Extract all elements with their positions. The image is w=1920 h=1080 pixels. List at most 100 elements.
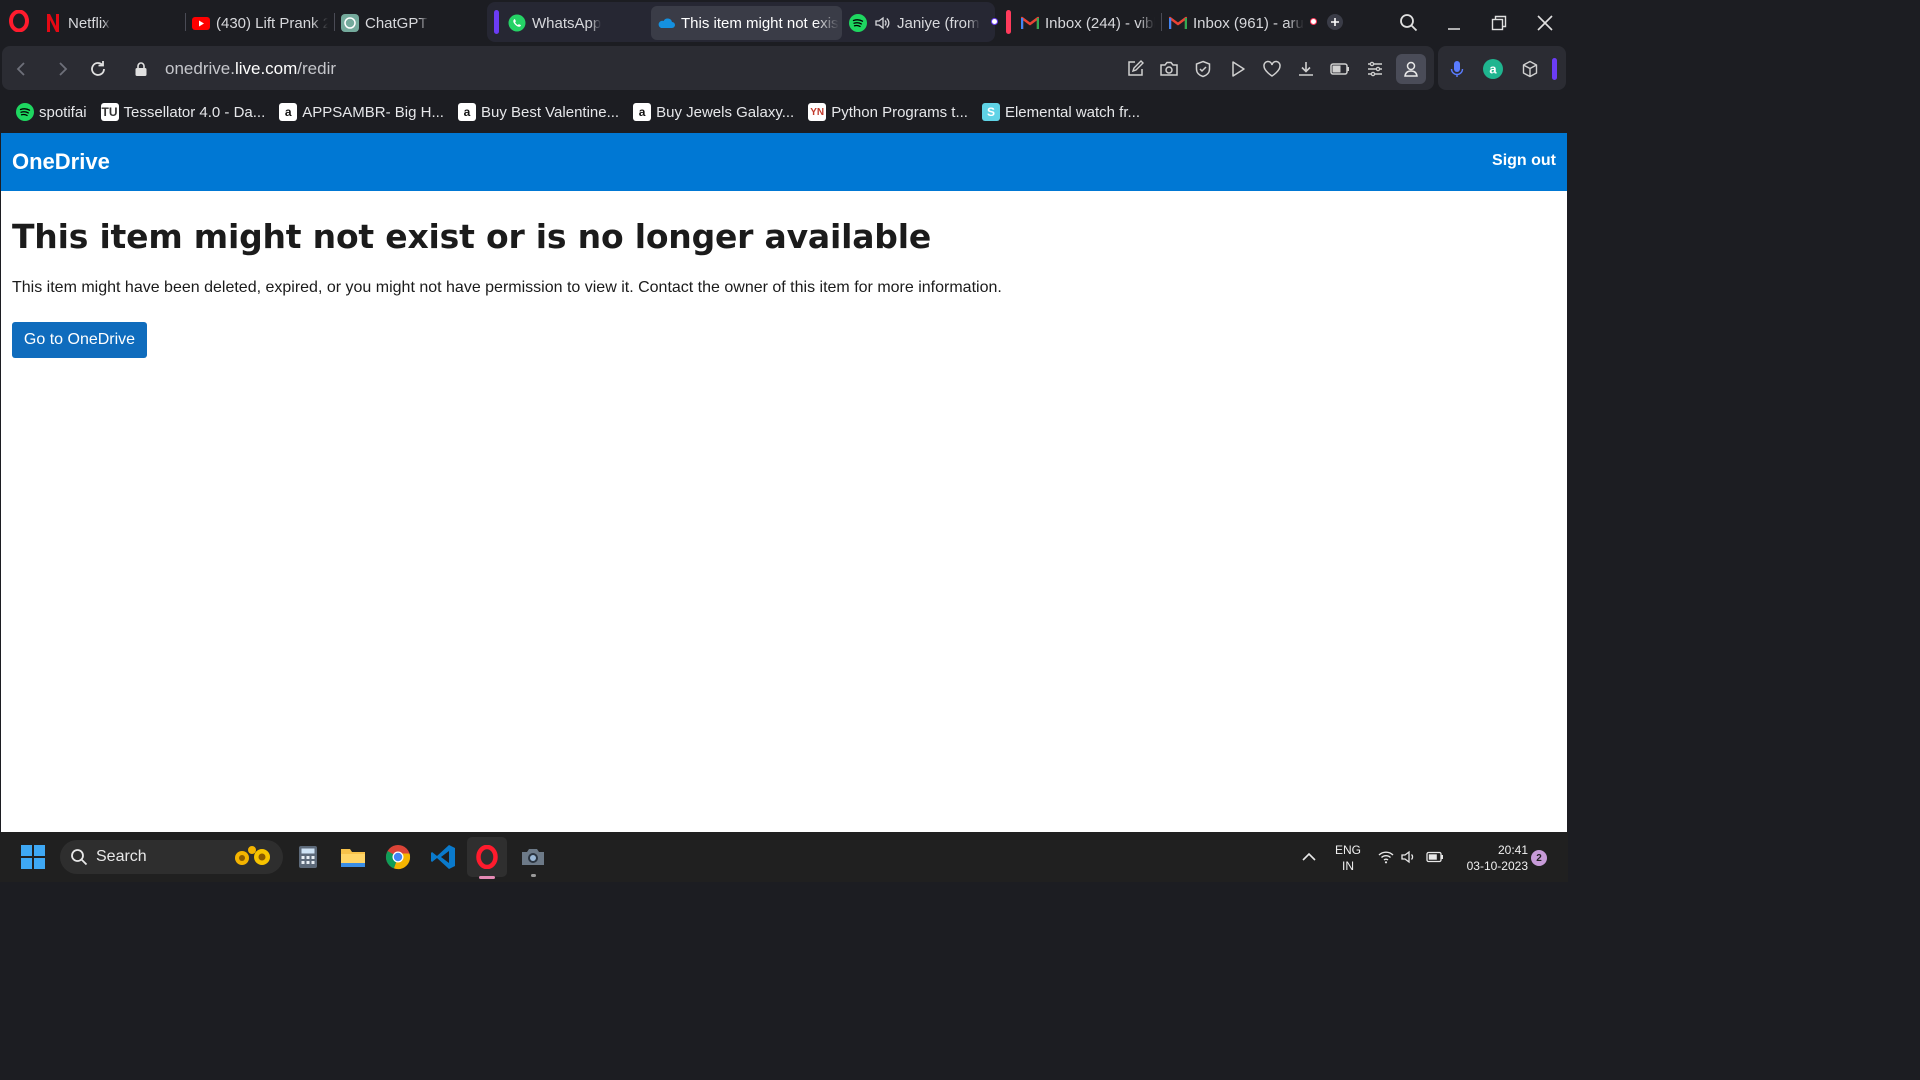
restore-icon[interactable] [1484, 8, 1514, 38]
tab-label: Inbox (961) - aru [1193, 14, 1304, 32]
forward-icon[interactable] [52, 58, 74, 80]
onedrive-brand-link[interactable]: OneDrive [12, 149, 110, 175]
battery-saver-icon[interactable] [1329, 58, 1351, 80]
tab-separator [334, 13, 335, 31]
new-tab-button[interactable] [1320, 7, 1350, 37]
url-prefix: onedrive. [165, 59, 235, 78]
bookmark-python[interactable]: YN Python Programs t... [808, 103, 968, 121]
microphone-icon[interactable] [1446, 58, 1468, 80]
camera-icon[interactable] [1158, 58, 1180, 80]
tab-whatsapp[interactable]: WhatsApp [508, 6, 638, 40]
gmail-icon [1021, 14, 1039, 32]
calculator-icon[interactable] [292, 841, 324, 873]
go-to-onedrive-button[interactable]: Go to OneDrive [12, 322, 147, 358]
profile-icon[interactable] [1396, 54, 1426, 84]
edit-icon[interactable] [1124, 58, 1146, 80]
spotify-icon [16, 103, 34, 121]
whatsapp-icon [508, 14, 526, 32]
windows-start-icon[interactable] [17, 841, 49, 873]
onedrive-icon [657, 14, 675, 32]
bookmark-elemental[interactable]: S Elemental watch fr... [981, 103, 1141, 121]
onedrive-header: OneDrive Sign out [1, 133, 1567, 191]
aria-icon[interactable]: a [1482, 58, 1504, 80]
clock-time: 20:41 [1497, 843, 1528, 857]
chrome-icon[interactable] [382, 841, 414, 873]
language-line-1: ENG [1334, 843, 1361, 857]
language-line-2: IN [1342, 859, 1354, 873]
tab-label: Inbox (244) - vibl [1045, 14, 1155, 32]
battery-icon[interactable] [1424, 841, 1446, 873]
language-indicator[interactable]: ENG IN [1330, 842, 1366, 874]
bookmarks-bar: spotifai TU Tessellator 4.0 - Da... a AP… [0, 92, 1568, 132]
tab-youtube[interactable]: (430) Lift Prank 2 [192, 6, 328, 40]
bookmark-label: Buy Jewels Galaxy... [656, 103, 795, 121]
bookmark-spotifai[interactable]: spotifai [16, 103, 87, 121]
taskbar: Search ENG IN 20:41 03-10-2023 2 [0, 832, 1568, 882]
tab-gmail-1[interactable]: Inbox (244) - vibl [1021, 6, 1155, 40]
vscode-icon[interactable] [427, 841, 459, 873]
error-description: This item might have been deleted, expir… [12, 279, 1002, 296]
notification-badge[interactable]: 2 [1531, 850, 1547, 866]
shield-icon[interactable] [1192, 58, 1214, 80]
clock[interactable]: 20:41 03-10-2023 [1456, 842, 1528, 874]
sidebar-extensions: a [1438, 46, 1566, 90]
bookmark-label: Tessellator 4.0 - Da... [123, 103, 266, 121]
gmail-icon [1169, 14, 1187, 32]
file-explorer-icon[interactable] [337, 841, 369, 873]
amazon-icon: a [457, 103, 476, 121]
opera-taskbar-icon[interactable] [467, 837, 507, 879]
active-app-indicator [479, 876, 495, 879]
flow-icon[interactable] [1227, 58, 1249, 80]
bookmark-jewels[interactable]: a Buy Jewels Galaxy... [633, 103, 794, 121]
speaker-icon[interactable] [873, 14, 891, 32]
tab-group-dot [1310, 18, 1317, 25]
bookmark-appsambr[interactable]: a APPSAMBR- Big H... [279, 103, 444, 121]
bookmark-valentine[interactable]: a Buy Best Valentine... [457, 103, 619, 121]
tab-group-dot [991, 18, 998, 25]
bookmark-label: APPSAMBR- Big H... [302, 103, 444, 121]
address-toolbar: onedrive.live.com/redir a [0, 44, 1568, 92]
url-domain: live.com [234, 59, 298, 78]
svg-text:a: a [1489, 62, 1497, 77]
show-hidden-icons-chevron-icon[interactable] [1293, 841, 1325, 873]
minimize-icon[interactable] [1439, 8, 1469, 38]
lock-icon[interactable] [130, 58, 152, 80]
easy-setup-icon[interactable] [1364, 58, 1386, 80]
tab-label: Janiye (from [897, 14, 980, 32]
bookmark-tessellator[interactable]: TU Tessellator 4.0 - Da... [100, 103, 266, 121]
bookmark-label: spotifai [39, 103, 87, 121]
taskbar-search[interactable]: Search [60, 840, 283, 874]
spotify-icon [849, 14, 867, 32]
tab-chatgpt[interactable]: ChatGPT [341, 6, 471, 40]
volume-icon[interactable] [1399, 841, 1419, 873]
tab-label: ChatGPT [365, 14, 428, 32]
youtube-icon [192, 14, 210, 32]
wifi-icon[interactable] [1376, 841, 1396, 873]
sign-out-link[interactable]: Sign out [1492, 152, 1556, 170]
tab-spotify[interactable]: Janiye (from [849, 6, 983, 40]
tab-gmail-2[interactable]: Inbox (961) - aru [1169, 6, 1304, 40]
search-icon [70, 848, 88, 871]
camera-app-icon[interactable] [517, 841, 549, 877]
tab-separator [185, 13, 186, 31]
tab-netflix[interactable]: Netflix [44, 6, 174, 40]
bookmark-label: Elemental watch fr... [1004, 103, 1141, 121]
back-icon[interactable] [10, 58, 32, 80]
tessellator-icon: TU [100, 103, 119, 121]
clock-date: 03-10-2023 [1466, 859, 1528, 873]
reload-icon[interactable] [87, 58, 109, 80]
chatgpt-icon [341, 14, 359, 32]
tab-label: Netflix [68, 14, 110, 32]
tab-group-indicator-red [1006, 10, 1011, 34]
heart-icon[interactable] [1261, 58, 1283, 80]
extensions-cube-icon[interactable] [1519, 58, 1541, 80]
running-app-indicator [531, 874, 536, 877]
tab-label: This item might not exis [681, 14, 839, 32]
close-window-icon[interactable] [1530, 8, 1560, 38]
url-field[interactable]: onedrive.live.com/redir [165, 59, 336, 79]
download-icon[interactable] [1295, 58, 1317, 80]
amazon-icon: a [279, 103, 298, 121]
tab-onedrive-active[interactable]: This item might not exis [651, 6, 842, 40]
search-tabs-icon[interactable] [1394, 8, 1424, 38]
opera-logo-icon[interactable] [8, 9, 30, 33]
